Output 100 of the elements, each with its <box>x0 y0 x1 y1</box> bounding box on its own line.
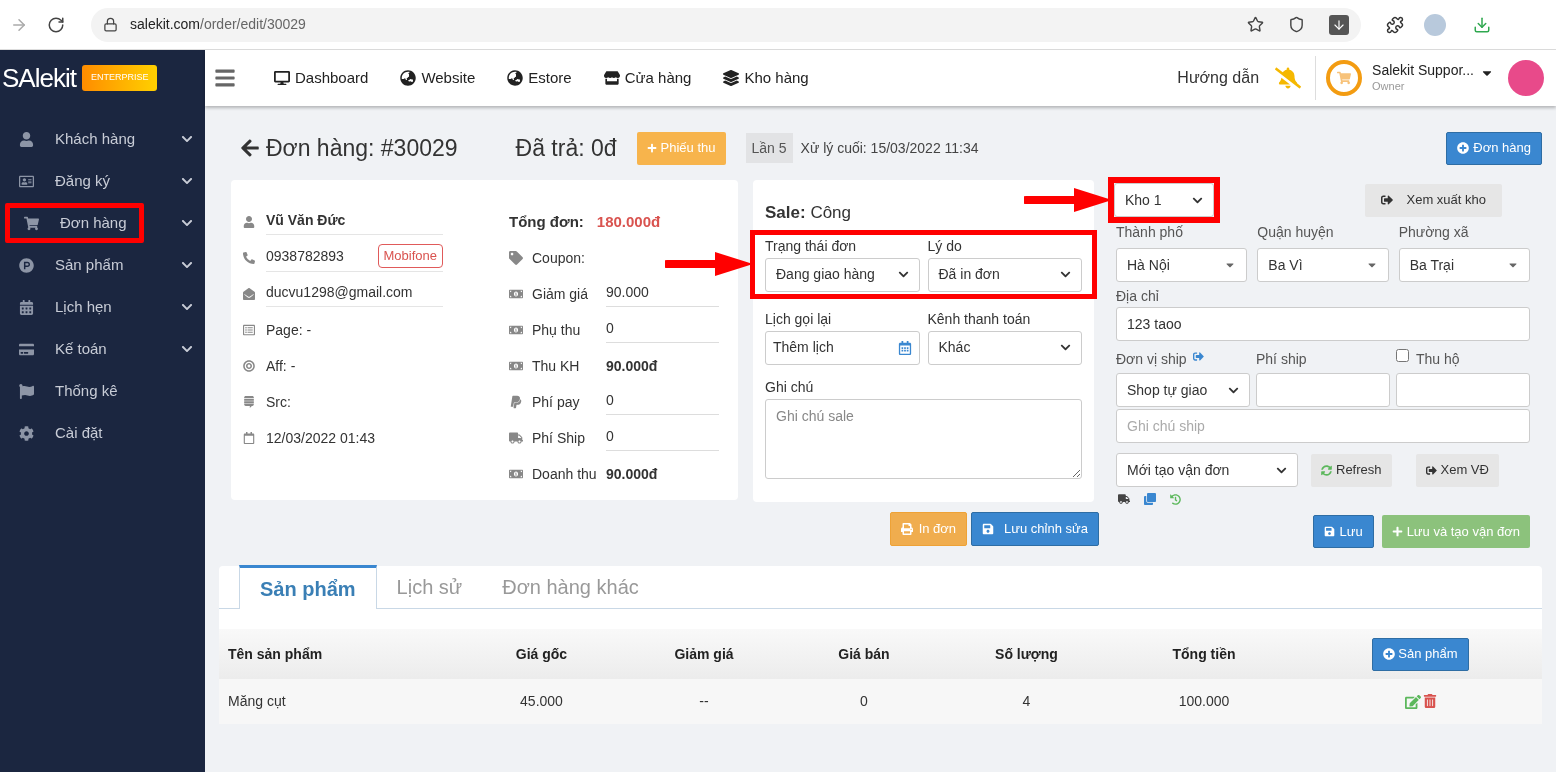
nav-link[interactable]: Kho hàng <box>723 66 809 90</box>
help-link[interactable]: Hướng dẫn <box>1177 66 1260 90</box>
callback-date-field[interactable]: Thêm lịch <box>765 330 920 365</box>
warehouse-select[interactable]: Kho 1 <box>1114 183 1214 217</box>
user-name[interactable]: Salekit Suppor... <box>1372 62 1474 80</box>
nav-link[interactable]: Website <box>400 66 476 90</box>
plus-icon <box>1391 526 1403 537</box>
sidebar-item[interactable]: Sản phẩm <box>0 244 205 286</box>
field-label: Phí ship <box>1256 350 1308 369</box>
history-icon[interactable] <box>1170 493 1181 505</box>
refresh-icon <box>1321 464 1332 476</box>
banknote-icon <box>509 359 523 373</box>
new-order-button[interactable]: Đơn hàng <box>1446 131 1542 165</box>
globe-icon <box>400 70 417 86</box>
cod-checkbox[interactable] <box>1396 349 1409 362</box>
edit-icon[interactable] <box>1404 693 1421 710</box>
shield-icon[interactable] <box>1288 16 1305 33</box>
payment-select[interactable]: Khác <box>927 330 1082 365</box>
globe-icon <box>507 70 524 86</box>
sidebar-item[interactable]: Cài đặt <box>0 412 205 454</box>
nav-link[interactable]: Dashboard <box>274 66 369 90</box>
sidebar-item[interactable]: Kế toán <box>0 328 205 370</box>
refresh-button[interactable]: Refresh <box>1311 453 1392 487</box>
order-title: Đơn hàng: #30029 <box>266 133 458 163</box>
table-cell-text: -- <box>698 692 710 711</box>
total-row-label: Phụ thu <box>532 320 582 340</box>
add-product-button[interactable]: Sản phẩm <box>1372 637 1469 671</box>
back-arrow-icon[interactable] <box>240 138 260 158</box>
flag-icon <box>19 383 34 399</box>
address-field[interactable]: 123 taoo <box>1116 307 1530 341</box>
extensions-icon[interactable] <box>1386 15 1404 34</box>
amount-field[interactable]: 0 <box>606 317 719 343</box>
download-icon[interactable] <box>1473 15 1491 34</box>
status-select[interactable]: Đang giao hàng <box>765 257 920 292</box>
email-text: ducvu1298@gmail.com <box>266 281 443 307</box>
store-icon <box>603 70 620 86</box>
sidebar-item[interactable]: Đơn hàng <box>0 202 205 244</box>
card-icon <box>19 173 34 189</box>
reload-icon[interactable] <box>47 15 65 34</box>
sidebar-item[interactable]: Khách hàng <box>0 118 205 160</box>
ship-note-field[interactable]: Ghi chú ship <box>1116 409 1530 443</box>
chevron-icon <box>897 269 909 280</box>
sidebar-label: Đăng ký <box>55 170 111 191</box>
plus-icon <box>646 143 657 153</box>
credit-card-icon <box>19 341 34 357</box>
ward-select[interactable]: Ba Trại <box>1398 248 1530 282</box>
amount-field[interactable]: 0 <box>606 425 719 451</box>
phone-icon <box>243 252 255 264</box>
sidebar-label: Cài đặt <box>55 422 103 443</box>
field-label: Phường xã <box>1398 223 1470 242</box>
reason-select[interactable]: Đã in đơn <box>927 257 1082 292</box>
order-date: 12/03/2022 01:43 <box>266 428 375 448</box>
aff-text: Aff: - <box>266 356 296 376</box>
table-cell-text: Măng cụt <box>227 692 287 711</box>
src-text: Src: <box>266 392 291 412</box>
nav-link[interactable]: Cửa hàng <box>603 66 692 90</box>
export-view-button[interactable]: Xem xuất kho <box>1364 183 1502 217</box>
waybill-status-select[interactable]: Mới tạo vận đơn <box>1116 453 1298 487</box>
city-select[interactable]: Hà Nội <box>1116 248 1248 282</box>
save-edit-button[interactable]: Lưu chỉnh sửa <box>971 512 1099 546</box>
tab[interactable]: Sản phẩm <box>239 565 377 609</box>
layers-icon <box>723 70 740 86</box>
copy-icon[interactable] <box>1144 493 1156 505</box>
amount-field[interactable]: 0 <box>606 389 719 415</box>
district-select[interactable]: Ba Vì <box>1257 248 1389 282</box>
note-textarea[interactable]: Ghi chú sale <box>765 398 1082 479</box>
calendar-icon <box>243 432 255 444</box>
ship-fee-field[interactable] <box>1256 373 1390 407</box>
sidebar-item[interactable]: Lịch hẹn <box>0 286 205 328</box>
phone-number: 0938782893 <box>266 246 344 266</box>
exit-icon[interactable] <box>1192 351 1204 362</box>
save-button[interactable]: Lưu <box>1313 515 1374 548</box>
envelope-icon <box>243 288 255 300</box>
sidebar-label: Sản phẩm <box>55 254 124 275</box>
trash-icon[interactable] <box>1422 693 1437 708</box>
cod-amount-field[interactable] <box>1396 373 1530 407</box>
logo-text: SAlekit <box>2 61 76 95</box>
address-bar[interactable]: salekit.com/order/edit/30029 <box>91 7 1361 42</box>
person-icon <box>19 131 34 147</box>
total-row-label: Giảm giá <box>532 284 590 304</box>
chevron-icon <box>1060 269 1071 280</box>
nav-link[interactable]: Estore <box>507 66 572 90</box>
column-header: Tổng tiền <box>1171 644 1237 664</box>
cart-icon <box>24 215 39 231</box>
view-waybill-button[interactable]: Xem VĐ <box>1415 453 1499 487</box>
amount-field[interactable]: 90.000 <box>606 281 719 307</box>
amount-value: 90.000đ <box>606 356 658 376</box>
field-label: Địa chỉ <box>1116 287 1160 306</box>
total-value: 180.000đ <box>596 211 661 232</box>
sidebar-item[interactable]: Đăng ký <box>0 160 205 202</box>
carrier-select[interactable]: Shop tự giao <box>1116 373 1250 407</box>
truck-icon[interactable] <box>1118 493 1130 505</box>
menu-icon[interactable] <box>214 67 236 89</box>
bookmark-star-icon[interactable] <box>1247 16 1264 33</box>
total-row-label: Doanh thu <box>532 464 598 484</box>
list-icon <box>243 324 255 336</box>
field-label: Ghi chú <box>765 377 815 397</box>
sidebar-item[interactable]: Thống kê <box>0 370 205 412</box>
user-avatar[interactable] <box>1508 60 1544 96</box>
table-cell-text: 100.000 <box>1177 692 1231 711</box>
